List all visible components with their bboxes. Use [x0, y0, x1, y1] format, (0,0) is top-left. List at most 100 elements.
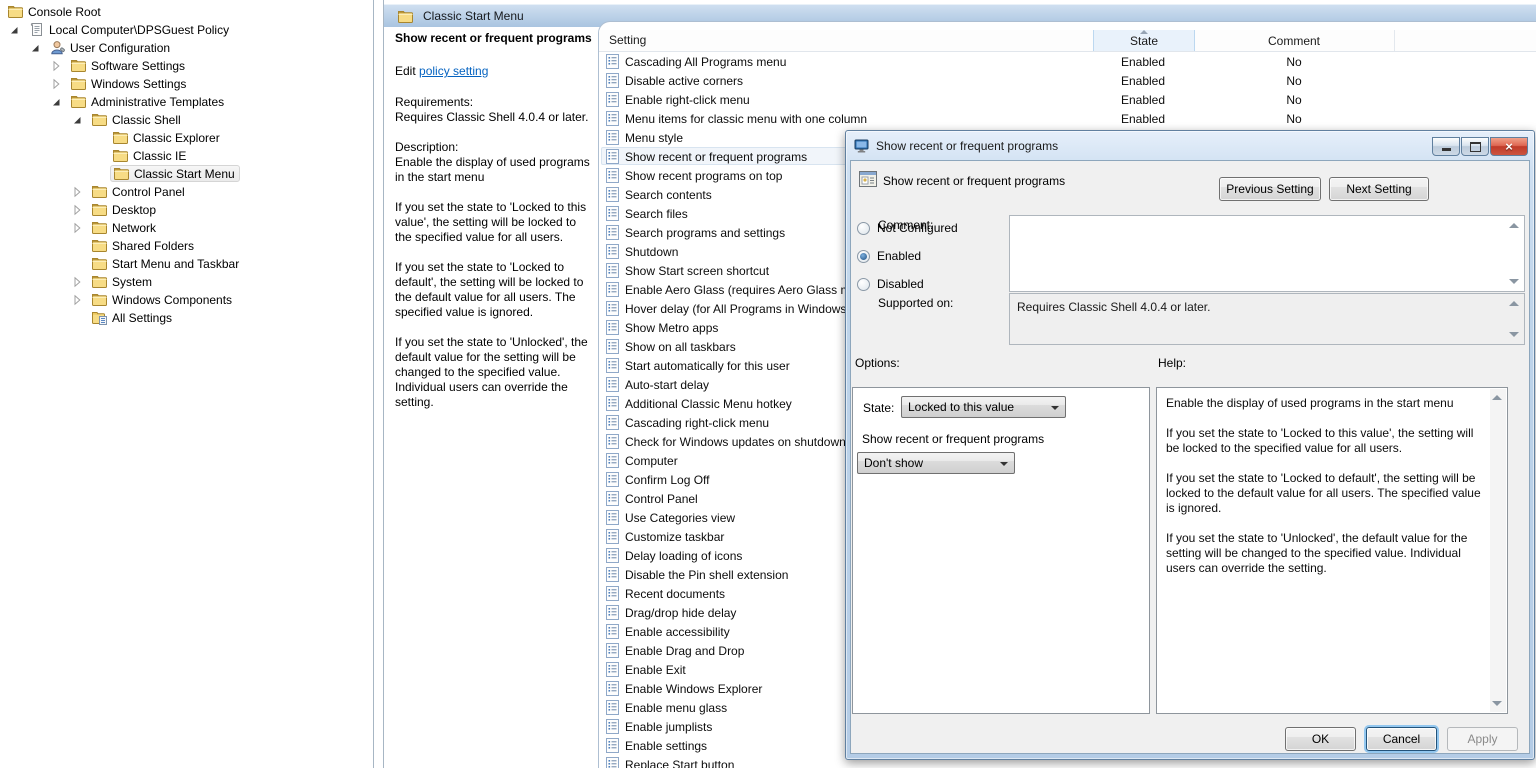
radio-disabled[interactable]: Disabled	[857, 275, 924, 293]
setting-name: Customize taskbar	[625, 530, 724, 544]
setting-name: Cascading right-click menu	[625, 416, 769, 430]
tree-item[interactable]: Console Root	[0, 3, 373, 21]
tree-item[interactable]: Desktop	[0, 201, 373, 219]
setting-item-icon	[606, 453, 619, 468]
next-setting-button[interactable]: Next Setting	[1329, 177, 1429, 201]
folder-icon	[91, 202, 108, 217]
setting-item-icon	[606, 111, 619, 126]
folder-icon	[91, 256, 108, 271]
scroll-up-icon[interactable]	[1509, 223, 1519, 228]
setting-item-icon	[606, 244, 619, 259]
setting-item-icon	[606, 586, 619, 601]
previous-setting-button[interactable]: Previous Setting	[1219, 177, 1321, 201]
tree-item-label: Console Root	[28, 5, 101, 19]
setting-item-icon	[606, 225, 619, 240]
expand-arrow-icon[interactable]	[72, 276, 84, 288]
comment-input[interactable]	[1009, 215, 1525, 292]
expand-arrow-icon[interactable]	[72, 204, 84, 216]
expand-arrow-icon[interactable]	[51, 78, 63, 90]
column-header-setting[interactable]: Setting	[609, 33, 646, 47]
minimize-button[interactable]	[1432, 137, 1460, 156]
comment-scrollbar	[1507, 217, 1523, 290]
collapse-arrow-icon[interactable]	[72, 114, 84, 126]
setting-icon	[859, 171, 877, 187]
tree-item[interactable]: Network	[0, 219, 373, 237]
setting-item-icon	[606, 491, 619, 506]
help-text: Enable the display of used programs in t…	[1157, 388, 1490, 713]
tree-item[interactable]: System	[0, 273, 373, 291]
tree-item-label: Classic Shell	[112, 113, 181, 127]
column-separator[interactable]	[1394, 30, 1395, 51]
window-controls: ×	[1432, 137, 1528, 156]
maximize-button[interactable]	[1461, 137, 1489, 156]
setting-item-icon	[606, 73, 619, 88]
setting-item-icon	[606, 415, 619, 430]
tree-item-label: System	[112, 275, 152, 289]
edit-policy-setting-link[interactable]: policy setting	[419, 64, 488, 78]
setting-item-icon	[606, 168, 619, 183]
setting-name: Enable Exit	[625, 663, 686, 677]
tree-item[interactable]: Shared Folders	[0, 237, 373, 255]
setting-name: Enable settings	[625, 739, 707, 753]
setting-item-icon	[606, 206, 619, 221]
apply-button[interactable]: Apply	[1447, 727, 1518, 751]
collapse-arrow-icon[interactable]	[9, 24, 21, 36]
folder-icon	[91, 274, 108, 289]
minimize-icon	[1442, 148, 1451, 151]
tree-item[interactable]: User Configuration	[0, 39, 373, 57]
scroll-down-icon[interactable]	[1509, 279, 1519, 284]
settings-list-row[interactable]: Enable right-click menuEnabledNo	[599, 90, 1536, 109]
close-button[interactable]: ×	[1490, 137, 1528, 156]
console-tree-pane: Console Root Local Computer\DPSGuest Poli…	[0, 0, 374, 768]
collapse-arrow-icon[interactable]	[30, 42, 42, 54]
tree-item[interactable]: Local Computer\DPSGuest Policy	[0, 21, 373, 39]
setting-name: Show recent or frequent programs	[625, 150, 807, 164]
scroll-down-icon[interactable]	[1492, 701, 1502, 706]
expand-arrow-icon[interactable]	[72, 294, 84, 306]
tree-item[interactable]: Software Settings	[0, 57, 373, 75]
tree-item[interactable]: Classic Shell	[0, 111, 373, 129]
requirements-text: Requires Classic Shell 4.0.4 or later.	[395, 110, 596, 125]
setting-item-icon	[606, 339, 619, 354]
radio-enabled[interactable]: Enabled	[857, 247, 921, 265]
show-programs-dropdown[interactable]: Don't show	[857, 452, 1015, 474]
scroll-down-icon[interactable]	[1509, 332, 1519, 337]
show-programs-dropdown-value: Don't show	[864, 456, 923, 470]
setting-comment: No	[1194, 93, 1394, 107]
collapse-arrow-icon[interactable]	[51, 96, 63, 108]
tree-item[interactable]: Classic Start Menu	[0, 165, 373, 183]
tree: Console Root Local Computer\DPSGuest Poli…	[0, 3, 373, 327]
radio-button-icon	[857, 250, 870, 263]
tree-item[interactable]: Control Panel	[0, 183, 373, 201]
expand-arrow-icon[interactable]	[72, 222, 84, 234]
tree-item[interactable]: Windows Settings	[0, 75, 373, 93]
cancel-button[interactable]: Cancel	[1366, 727, 1437, 751]
tree-item-label: User Configuration	[70, 41, 170, 55]
tree-item[interactable]: Classic Explorer	[0, 129, 373, 147]
settings-list-row[interactable]: Cascading All Programs menuEnabledNo	[599, 52, 1536, 71]
setting-name: Hover delay (for All Programs in Windows	[625, 302, 846, 316]
setting-item-icon	[606, 757, 619, 768]
tree-item[interactable]: Start Menu and Taskbar	[0, 255, 373, 273]
ok-button[interactable]: OK	[1285, 727, 1356, 751]
setting-name: Search programs and settings	[625, 226, 785, 240]
scroll-up-icon[interactable]	[1492, 395, 1502, 400]
setting-name: Menu style	[625, 131, 683, 145]
tree-item[interactable]: Windows Components	[0, 291, 373, 309]
state-dropdown[interactable]: Locked to this value	[901, 396, 1066, 418]
expand-arrow-icon[interactable]	[72, 186, 84, 198]
tree-item[interactable]: Administrative Templates	[0, 93, 373, 111]
tree-item[interactable]: Classic IE	[0, 147, 373, 165]
settings-list-row[interactable]: Menu items for classic menu with one col…	[599, 109, 1536, 128]
tree-item-label: Classic IE	[133, 149, 186, 163]
supported-on-field: Requires Classic Shell 4.0.4 or later.	[1009, 293, 1525, 345]
column-header-comment[interactable]: Comment	[1194, 30, 1394, 51]
scroll-up-icon[interactable]	[1509, 301, 1519, 306]
column-header-state[interactable]: State	[1093, 30, 1195, 51]
settings-list-row[interactable]: Disable active cornersEnabledNo	[599, 71, 1536, 90]
tree-item[interactable]: All Settings	[0, 309, 373, 327]
expand-arrow-icon[interactable]	[51, 60, 63, 72]
mmc-console-window: Console Root Local Computer\DPSGuest Poli…	[0, 0, 1536, 768]
dialog-titlebar[interactable]: Show recent or frequent programs	[847, 132, 1533, 160]
help-scrollbar	[1490, 389, 1506, 712]
